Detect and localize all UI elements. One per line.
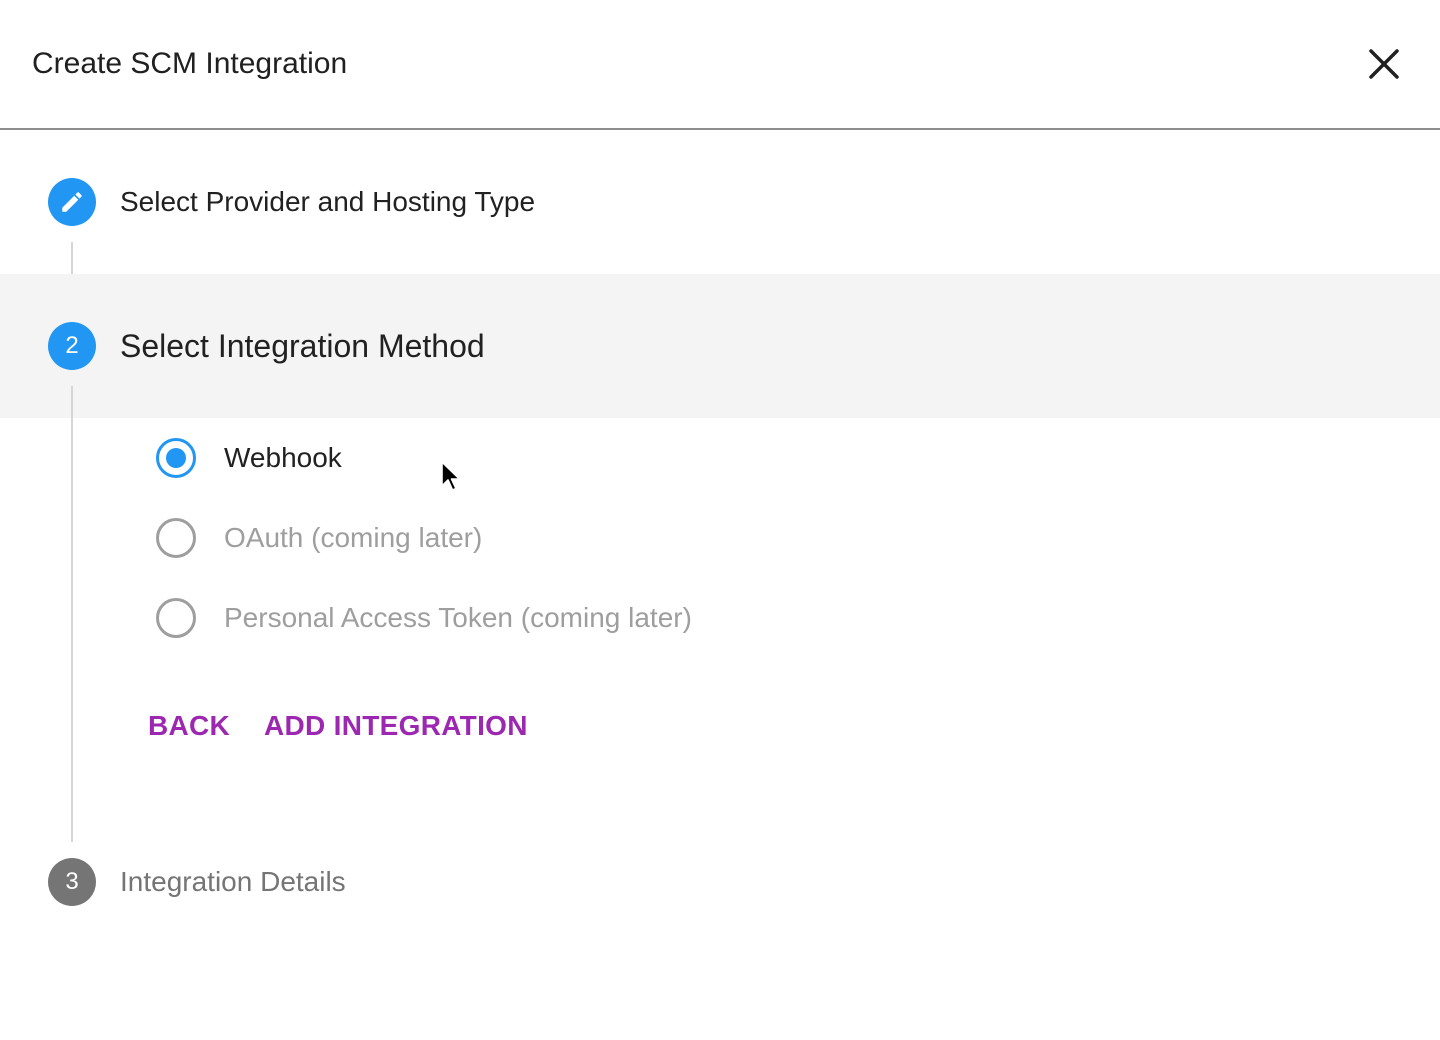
- edit-pencil-icon: [62, 192, 82, 212]
- step-1-indicator: [48, 178, 96, 226]
- step-2-number: 2: [65, 332, 79, 359]
- dialog-title: Create SCM Integration: [32, 47, 348, 80]
- step-select-provider[interactable]: Select Provider and Hosting Type: [0, 130, 1440, 274]
- radio-option-personal-access-token: Personal Access Token (coming later): [152, 594, 692, 642]
- step-2-indicator: 2: [48, 322, 96, 370]
- radio-label-webhook: Webhook: [224, 442, 342, 473]
- close-icon: [1369, 49, 1399, 79]
- radio-button-disabled: [156, 518, 196, 558]
- step-3-indicator: 3: [48, 858, 96, 906]
- dialog-header: Create SCM Integration: [0, 0, 1440, 130]
- radio-button-checked[interactable]: [156, 438, 196, 478]
- create-scm-integration-dialog: Create SCM Integration Select Provider a…: [0, 0, 1440, 1040]
- radio-option-webhook[interactable]: Webhook: [152, 434, 342, 482]
- step-select-integration-method[interactable]: 2 Select Integration Method: [0, 274, 1440, 418]
- radio-label-personal-access-token: Personal Access Token (coming later): [224, 602, 692, 633]
- close-button[interactable]: [1356, 36, 1412, 92]
- step-3-label: Integration Details: [120, 866, 346, 897]
- step-1-label: Select Provider and Hosting Type: [120, 186, 536, 217]
- back-button[interactable]: BACK: [148, 704, 230, 748]
- add-integration-button[interactable]: ADD INTEGRATION: [264, 704, 528, 748]
- mouse-cursor-icon: [441, 461, 461, 491]
- step-2-label: Select Integration Method: [120, 328, 485, 364]
- radio-label-oauth: OAuth (coming later): [224, 522, 483, 553]
- radio-option-oauth: OAuth (coming later): [152, 514, 482, 562]
- radio-button-disabled: [156, 598, 196, 638]
- step-connector: [71, 386, 73, 842]
- step-3-number: 3: [65, 868, 79, 895]
- radio-dot: [166, 448, 186, 468]
- step-integration-details[interactable]: 3 Integration Details: [0, 810, 1440, 954]
